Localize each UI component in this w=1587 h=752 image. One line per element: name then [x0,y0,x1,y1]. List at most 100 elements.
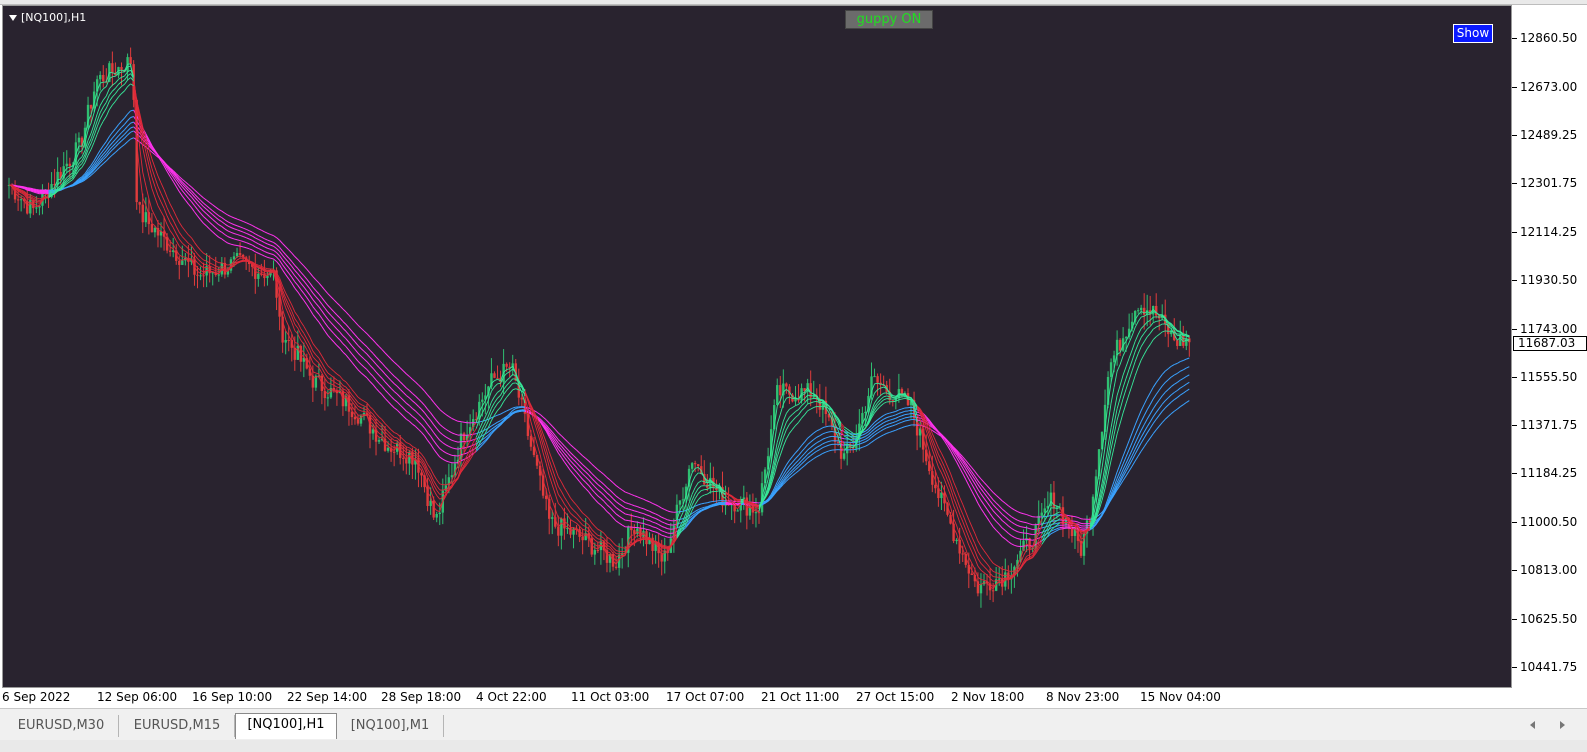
guppy-short-ema [151,168,156,178]
guppy-long-ema [194,196,198,201]
guppy-short-ema [682,512,687,521]
guppy-long-ema [1128,465,1133,472]
guppy-long-ema [409,420,413,425]
guppy-long-ema [667,523,671,526]
guppy-long-ema [637,516,641,519]
guppy-short-ema [694,482,699,488]
guppy-long-ema [121,117,125,122]
guppy-long-ema [215,206,220,210]
candle-body [284,339,287,343]
candle-body [144,212,148,223]
guppy-long-ema [573,468,577,473]
guppy-long-ema [433,416,438,422]
guppy-long-ema [442,434,447,438]
guppy-short-ema [354,398,359,403]
guppy-long-ema [454,448,459,450]
guppy-long-ema [270,248,274,251]
guppy-long-ema [261,249,265,252]
guppy-short-ema [112,87,116,92]
candle-body [111,63,114,73]
guppy-long-ema [606,492,611,496]
guppy-long-ema [509,407,513,410]
guppy-long-ema [181,178,186,183]
guppy-long-ema [209,202,214,206]
candle-body [1136,310,1140,312]
guppy-long-ema [1050,531,1055,535]
guppy-short-ema [142,172,147,186]
guppy-long-ema [333,333,338,338]
guppy-short-ema [236,257,241,261]
guppy-long-ema [239,226,244,229]
guppy-short-ema [78,163,83,167]
guppy-long-ema [989,488,994,493]
guppy-short-ema [874,382,878,385]
guppy-long-ema [573,463,577,468]
guppy-long-ema [615,485,620,489]
guppy-short-ema [977,551,982,557]
candle-body [1176,340,1179,346]
guppy-long-ema [646,514,650,517]
guppy-long-ema [261,229,265,233]
guppy-long-ema [439,423,444,428]
guppy-long-ema [1140,437,1145,444]
guppy-long-ema [983,488,988,493]
guppy-short-ema [795,398,799,400]
guppy-long-ema [986,508,991,514]
guppy-short-ema [1131,341,1136,351]
guppy-short-ema [792,417,796,422]
guppy-long-ema [904,419,909,422]
guppy-long-ema [643,498,647,502]
guppy-long-ema [242,227,247,230]
guppy-long-ema [1149,387,1154,394]
guppy-long-ema [242,231,247,234]
guppy-long-ema [282,255,287,260]
candle-body [681,499,685,501]
guppy-long-ema [634,515,638,518]
guppy-long-ema [1134,428,1139,436]
guppy-short-ema [197,253,201,258]
guppy-short-ema [785,416,790,423]
guppy-short-ema [971,544,976,552]
guppy-long-ema [345,324,350,329]
guppy-long-ema [115,143,119,148]
guppy-long-ema [300,296,305,301]
guppy-long-ema [255,251,259,254]
guppy-short-ema [306,338,311,345]
guppy-long-ema [807,451,812,455]
guppy-short-ema [782,429,787,438]
guppy-long-ema [384,389,389,394]
guppy-long-ema [342,328,347,332]
guppy-long-ema [582,468,587,473]
guppy-long-ema [294,265,299,269]
guppy-long-ema [1017,538,1021,540]
guppy-long-ema [606,477,611,481]
guppy-long-ema [436,436,441,441]
guppy-long-ema [603,484,608,488]
guppy-short-ema [579,521,583,526]
guppy-long-ema [1140,446,1145,452]
chart-canvas[interactable] [3,6,1513,689]
guppy-short-ema [554,494,559,504]
guppy-long-ema [1011,521,1015,525]
guppy-long-ema [264,231,268,234]
guppy-short-ema [557,486,562,492]
guppy-long-ema [188,197,192,202]
guppy-long-ema [258,235,262,238]
guppy-long-ema [315,296,320,301]
guppy-long-ema [971,484,976,490]
guppy-long-ema [992,504,997,509]
guppy-long-ema [810,444,815,448]
guppy-long-ema [701,506,705,509]
guppy-long-ema [261,236,265,240]
guppy-long-ema [309,282,314,288]
guppy-short-ema [877,399,881,403]
guppy-long-ema [886,412,890,415]
guppy-short-ema [570,506,574,511]
guppy-long-ema [276,248,280,252]
guppy-long-ema [807,441,812,446]
chart-plot-area[interactable]: [NQ100],H1 guppy ON Show [2,5,1512,688]
guppy-long-ema [880,428,884,432]
guppy-long-ema [661,530,665,533]
guppy-long-ema [255,226,259,230]
guppy-long-ema [655,513,659,516]
